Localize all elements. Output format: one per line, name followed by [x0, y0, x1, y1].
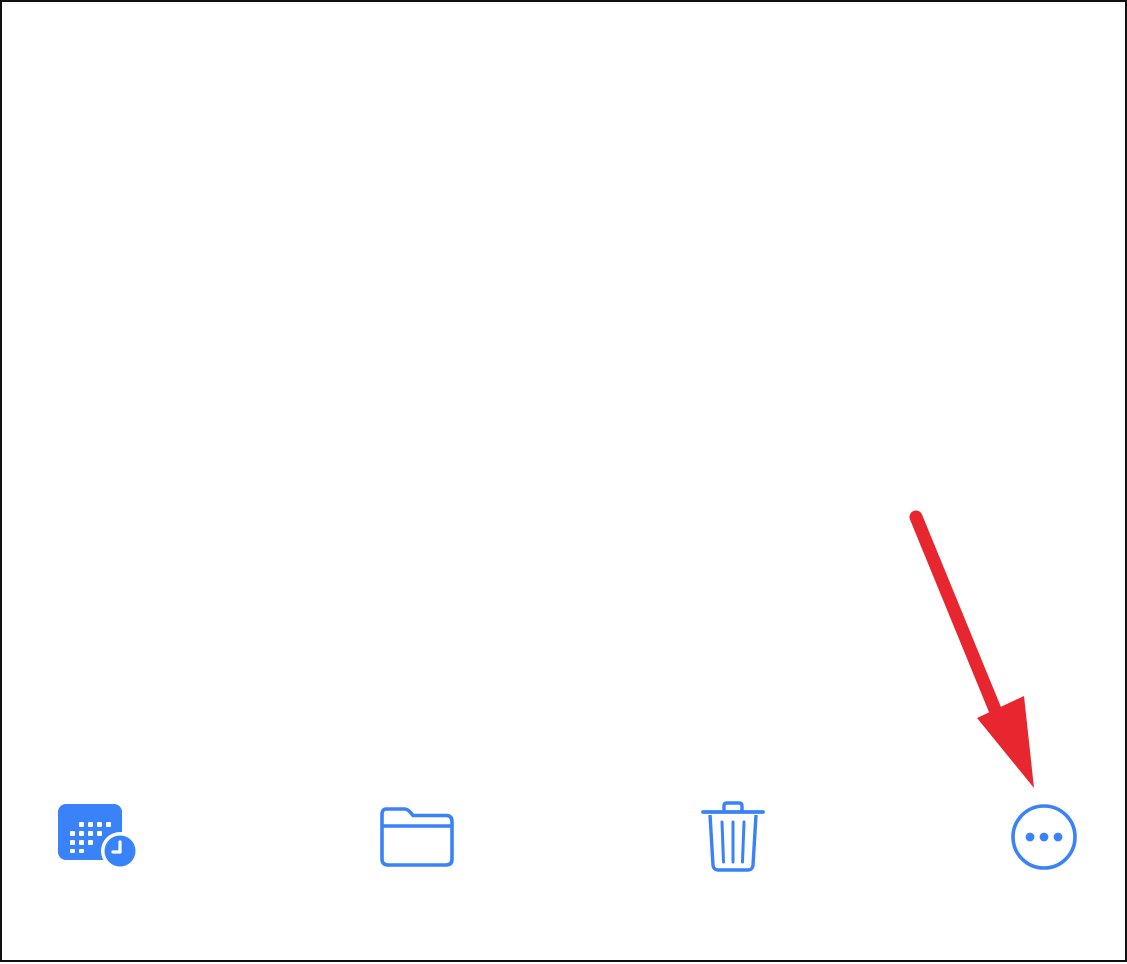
bottom-toolbar	[2, 782, 1125, 892]
screen-frame	[0, 0, 1127, 962]
blank-content-area	[2, 2, 1125, 782]
ellipsis-circle-icon	[1011, 804, 1077, 870]
schedule-button[interactable]	[48, 782, 148, 892]
more-options-button[interactable]	[994, 782, 1094, 892]
delete-button[interactable]	[683, 782, 783, 892]
move-to-folder-button[interactable]	[367, 782, 467, 892]
calendar-clock-icon	[58, 804, 139, 870]
folder-icon	[380, 807, 454, 867]
trash-icon	[701, 801, 765, 872]
